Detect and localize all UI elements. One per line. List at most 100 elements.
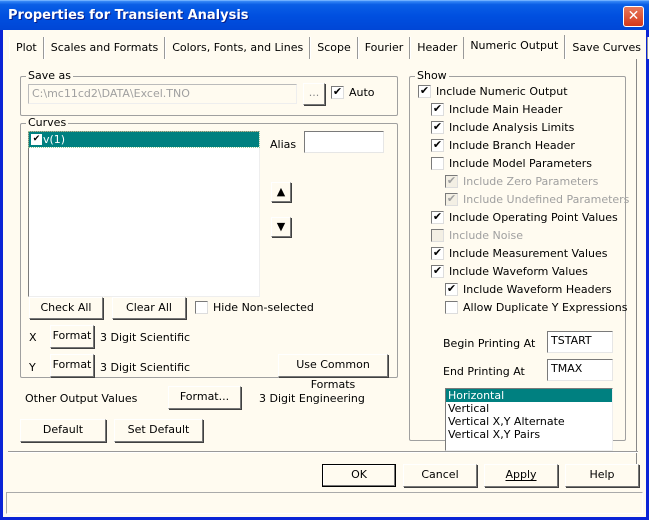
y-axis-label: Y xyxy=(29,361,36,374)
status-bar xyxy=(6,492,643,514)
check-icon: ✔ xyxy=(431,246,444,260)
orientation-option[interactable]: Vertical X,Y Pairs xyxy=(446,428,612,441)
tab-numeric-output[interactable]: Numeric Output xyxy=(464,35,566,59)
curve-item[interactable]: ✔ v(1) xyxy=(28,131,260,148)
tab-scope[interactable]: Scope xyxy=(310,37,358,59)
checkbox-icon xyxy=(445,301,458,314)
show-option-checkbox: ✔ Include Zero Parameters xyxy=(445,175,598,188)
other-format-value: 3 Digit Engineering xyxy=(259,392,365,405)
show-group: Show ✔ Include Numeric Output ✔ Include Mai… xyxy=(409,69,629,451)
dialog-window: Properties for Transient Analysis ✕ Plot… xyxy=(0,0,649,520)
move-down-button[interactable]: ▼ xyxy=(271,217,291,237)
tab-header[interactable]: Header xyxy=(410,37,465,59)
show-option-label: Include Waveform Values xyxy=(449,265,588,278)
curves-list[interactable]: ✔ v(1) xyxy=(28,131,260,297)
show-label: Show xyxy=(415,69,449,82)
show-option-label: Include Numeric Output xyxy=(436,85,568,98)
check-icon: ✔ xyxy=(431,210,444,224)
save-path-field[interactable]: C:\mc11cd2\DATA\Excel.TNO xyxy=(28,84,297,104)
help-button[interactable]: Help xyxy=(565,464,639,487)
set-default-button[interactable]: Set Default xyxy=(114,419,203,442)
close-icon: ✕ xyxy=(627,8,640,24)
x-format-value: 3 Digit Scientific xyxy=(100,331,191,344)
check-icon: ✔ xyxy=(445,174,458,188)
y-format-button[interactable]: Format xyxy=(50,354,94,377)
tab-strip: Plot Scales and Formats Colors, Fonts, a… xyxy=(9,35,649,59)
tab-colors-fonts-lines[interactable]: Colors, Fonts, and Lines xyxy=(165,37,311,59)
ok-button[interactable]: OK xyxy=(322,464,396,487)
alias-field[interactable] xyxy=(304,131,384,153)
check-icon: ✔ xyxy=(431,120,444,134)
checkbox-icon xyxy=(195,301,208,314)
show-option-checkbox[interactable]: ✔ Include Operating Point Values xyxy=(431,211,618,224)
apply-button[interactable]: Apply xyxy=(484,464,558,487)
tab-fourier[interactable]: Fourier xyxy=(357,37,411,59)
tab-scales-and-formats[interactable]: Scales and Formats xyxy=(43,37,166,59)
browse-button[interactable]: ... xyxy=(303,83,325,105)
numeric-output-panel: Save as C:\mc11cd2\DATA\Excel.TNO ... ✔ … xyxy=(9,59,637,477)
alias-label: Alias xyxy=(270,138,297,151)
dialog-client: Plot Scales and Formats Colors, Fonts, a… xyxy=(3,30,649,517)
show-option-label: Include Measurement Values xyxy=(449,247,608,260)
save-as-group: Save as C:\mc11cd2\DATA\Excel.TNO ... ✔ … xyxy=(20,69,398,116)
move-up-button[interactable]: ▲ xyxy=(271,182,291,202)
other-output-label: Other Output Values xyxy=(25,392,138,405)
title-bar[interactable]: Properties for Transient Analysis ✕ xyxy=(0,0,649,30)
show-option-checkbox[interactable]: Allow Duplicate Y Expressions xyxy=(445,301,627,314)
show-option-checkbox[interactable]: ✔ Include Waveform Headers xyxy=(445,283,612,296)
begin-printing-field[interactable]: TSTART xyxy=(547,331,613,353)
close-button[interactable]: ✕ xyxy=(623,6,644,27)
check-icon: ✔ xyxy=(418,84,431,98)
show-option-checkbox[interactable]: ✔ Include Analysis Limits xyxy=(431,121,574,134)
show-option-label: Include Analysis Limits xyxy=(449,121,575,134)
check-icon: ✔ xyxy=(431,102,444,116)
show-option-label: Include Branch Header xyxy=(449,139,575,152)
show-option-label: Include Model Parameters xyxy=(449,157,593,170)
check-icon: ✔ xyxy=(331,85,344,99)
x-format-button[interactable]: Format xyxy=(50,325,94,348)
show-option-label: Include Zero Parameters xyxy=(463,175,599,188)
arrow-down-icon: ▼ xyxy=(276,220,286,233)
check-icon: ✔ xyxy=(431,138,444,152)
checkbox-icon xyxy=(431,157,444,170)
curves-label: Curves xyxy=(26,116,69,129)
footer-separator xyxy=(8,451,638,453)
auto-checkbox[interactable]: ✔ Auto xyxy=(331,86,375,99)
default-button[interactable]: Default xyxy=(20,419,106,442)
tab-save-curves[interactable]: Save Curves xyxy=(565,37,649,59)
clear-all-button[interactable]: Clear All xyxy=(112,297,186,319)
orientation-option[interactable]: Horizontal xyxy=(446,389,612,402)
window-title: Properties for Transient Analysis xyxy=(8,8,249,23)
hide-non-selected-checkbox[interactable]: Hide Non-selected xyxy=(195,301,314,314)
checkbox-icon xyxy=(431,229,444,242)
show-option-checkbox[interactable]: ✔ Include Measurement Values xyxy=(431,247,608,260)
check-icon: ✔ xyxy=(431,264,444,278)
begin-printing-label: Begin Printing At xyxy=(443,337,536,350)
show-option-checkbox[interactable]: ✔ Include Main Header xyxy=(431,103,562,116)
show-option-checkbox[interactable]: ✔ Include Waveform Values xyxy=(431,265,588,278)
auto-label: Auto xyxy=(349,86,375,99)
show-option-checkbox[interactable]: ✔ Include Numeric Output xyxy=(418,85,568,98)
end-printing-label: End Printing At xyxy=(443,365,525,378)
use-common-formats-button[interactable]: Use Common Formats xyxy=(278,354,388,391)
show-option-checkbox[interactable]: ✔ Include Branch Header xyxy=(431,139,575,152)
show-option-label: Include Main Header xyxy=(449,103,563,116)
orientation-option[interactable]: Vertical xyxy=(446,402,612,415)
x-axis-label: X xyxy=(29,331,37,344)
apply-label: Apply xyxy=(505,468,537,481)
tab-plot[interactable]: Plot xyxy=(9,37,44,59)
other-format-button[interactable]: Format... xyxy=(168,386,241,409)
show-option-label: Include Noise xyxy=(449,229,524,242)
end-printing-field[interactable]: TMAX xyxy=(547,359,613,381)
curve-check-icon[interactable]: ✔ xyxy=(31,134,42,145)
cancel-button[interactable]: Cancel xyxy=(403,464,477,487)
curve-item-label: v(1) xyxy=(43,133,66,146)
check-all-button[interactable]: Check All xyxy=(29,297,103,319)
show-option-checkbox: Include Noise xyxy=(431,229,523,242)
show-option-checkbox[interactable]: Include Model Parameters xyxy=(431,157,592,170)
arrow-up-icon: ▲ xyxy=(276,185,286,198)
show-option-label: Include Waveform Headers xyxy=(463,283,612,296)
orientation-option[interactable]: Vertical X,Y Alternate xyxy=(446,415,612,428)
orientation-list[interactable]: Horizontal Vertical Vertical X,Y Alterna… xyxy=(445,388,613,451)
hide-non-selected-label: Hide Non-selected xyxy=(213,301,314,314)
